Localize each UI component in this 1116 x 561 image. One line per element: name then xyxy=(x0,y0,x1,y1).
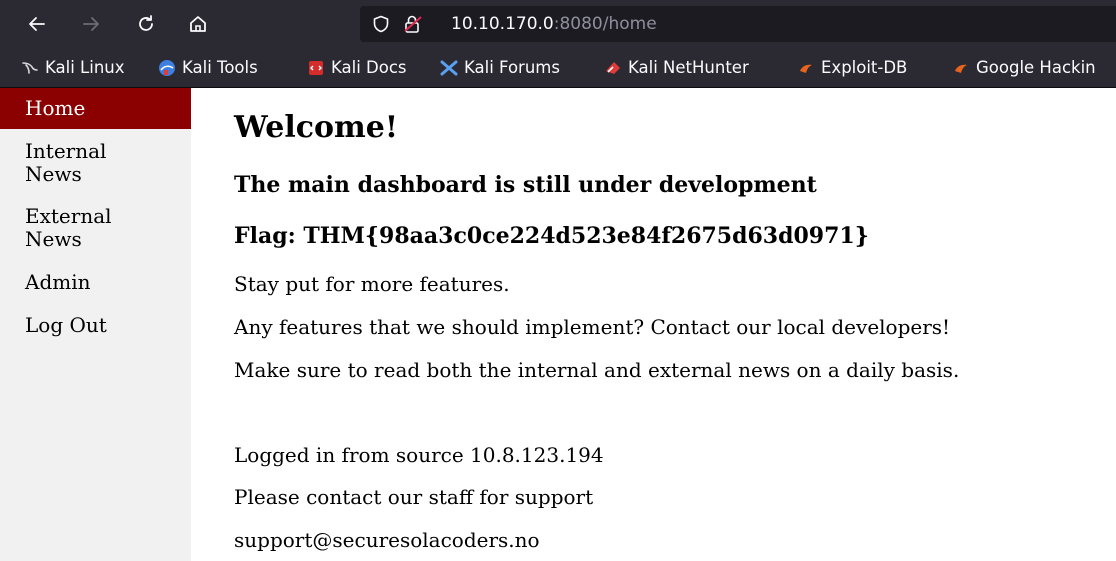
sidebar-item-label: Home xyxy=(25,96,86,120)
url-path: :8080/home xyxy=(553,14,657,34)
tracking-protection-shield-icon[interactable] xyxy=(372,15,390,33)
sidebar-item-label: External xyxy=(25,204,112,228)
home-icon xyxy=(190,16,206,32)
bookmark-label: Kali Tools xyxy=(182,58,258,77)
url-bar[interactable]: 10.10.170.0:8080/home xyxy=(360,6,1116,42)
kali-nethunter-icon xyxy=(606,61,620,74)
sidebar-item-internal-news[interactable]: Internal News xyxy=(0,140,191,186)
sidebar-item-label: Log Out xyxy=(25,313,107,337)
sidebar-item-home[interactable]: Home xyxy=(0,88,191,129)
kali-dragon-icon xyxy=(22,61,38,74)
page-title: Welcome! xyxy=(234,110,399,145)
bookmarks-bar: Kali Linux Kali Tools Kali Docs Kali For… xyxy=(0,48,1116,88)
back-arrow-icon xyxy=(29,17,45,31)
bookmark-kali-nethunter[interactable]: Kali NetHunter xyxy=(604,48,749,87)
exploit-db-icon xyxy=(800,64,812,73)
forward-button[interactable] xyxy=(76,9,106,39)
sidebar-item-external-news[interactable]: External News xyxy=(0,205,191,251)
main-content: Welcome! The main dashboard is still und… xyxy=(234,88,1116,561)
google-hacking-icon xyxy=(955,64,967,73)
sidebar-item-label: Admin xyxy=(25,270,91,294)
bookmark-kali-forums[interactable]: Kali Forums xyxy=(440,48,560,87)
flag-heading: Flag: THM{98aa3c0ce224d523e84f2675d63d09… xyxy=(234,223,869,249)
insecure-lock-icon[interactable] xyxy=(403,14,423,34)
bookmark-label: Google Hackin xyxy=(976,58,1096,77)
back-button[interactable] xyxy=(22,9,52,39)
bookmark-label: Kali NetHunter xyxy=(628,58,749,77)
reload-button[interactable] xyxy=(131,9,161,39)
contact-developers-text: Any features that we should implement? C… xyxy=(234,315,951,339)
bookmark-label: Exploit-DB xyxy=(821,58,908,77)
sidebar-item-log-out[interactable]: Log Out xyxy=(0,314,191,337)
news-reminder-text: Make sure to read both the internal and … xyxy=(234,358,960,382)
bookmark-kali-linux[interactable]: Kali Linux xyxy=(21,48,125,87)
url-host: 10.10.170.0 xyxy=(451,14,554,34)
bookmark-exploit-db[interactable]: Exploit-DB xyxy=(797,48,907,87)
browser-toolbar: 10.10.170.0:8080/home xyxy=(0,0,1116,48)
kali-forums-icon xyxy=(440,60,458,75)
bookmark-label: Kali Docs xyxy=(331,58,407,77)
kali-tools-icon xyxy=(159,59,175,76)
sidebar-item-admin[interactable]: Admin xyxy=(0,271,191,294)
forward-arrow-icon xyxy=(83,17,99,31)
kali-docs-icon xyxy=(309,60,323,75)
home-button[interactable] xyxy=(183,9,213,39)
sidebar-item-label: Internal xyxy=(25,139,107,163)
bookmark-kali-docs[interactable]: Kali Docs xyxy=(307,48,407,87)
url-text[interactable]: 10.10.170.0:8080/home xyxy=(451,6,657,42)
bookmark-label: Kali Linux xyxy=(45,58,125,77)
sidebar-item-label-line2: News xyxy=(25,162,82,186)
support-contact-text: Please contact our staff for support xyxy=(234,485,594,509)
sidebar-item-label-line2: News xyxy=(25,227,82,251)
bookmark-kali-tools[interactable]: Kali Tools xyxy=(158,48,258,87)
logged-in-source-text: Logged in from source 10.8.123.194 xyxy=(234,443,604,467)
support-email: support@securesolacoders.no xyxy=(234,528,540,552)
dashboard-notice: The main dashboard is still under develo… xyxy=(234,172,817,198)
features-text: Stay put for more features. xyxy=(234,272,510,296)
reload-icon xyxy=(139,15,153,31)
sidebar-nav: Home Internal News External News Admin L… xyxy=(0,88,191,561)
bookmark-google-hacking[interactable]: Google Hackin xyxy=(952,48,1096,87)
bookmark-label: Kali Forums xyxy=(464,58,560,77)
